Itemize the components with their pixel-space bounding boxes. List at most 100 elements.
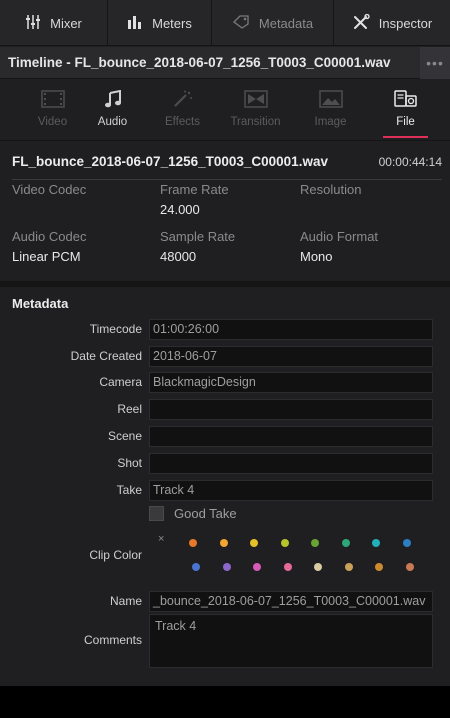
tab-transition-label: Transition <box>230 116 281 128</box>
tab-effects-label: Effects <box>165 116 200 128</box>
meters-icon <box>127 14 143 33</box>
file-duration: 00:00:44:14 <box>378 154 442 169</box>
tab-effects[interactable]: Effects <box>150 80 215 140</box>
scene-label: Scene <box>107 429 142 443</box>
clip-color-swatch[interactable] <box>402 539 411 547</box>
tab-transition[interactable]: Transition <box>223 80 288 140</box>
audio-format-label: Audio Format <box>300 229 379 244</box>
top-toolbar: Mixer Meters Metadata Inspector <box>0 0 450 46</box>
video-codec-label: Video Codec <box>12 182 87 197</box>
inspector-panel: Mixer Meters Metadata Inspector Timeline… <box>0 0 450 718</box>
good-take-row: Good Take <box>149 506 237 521</box>
sample-rate-label: Sample Rate <box>160 229 236 244</box>
camera-label: Camera <box>99 375 142 389</box>
name-row: Name _bounce_2018-06-07_1256_T0003_C0000… <box>0 590 450 612</box>
take-field[interactable]: Track 4 <box>149 479 433 501</box>
clip-color-swatch[interactable] <box>314 563 322 571</box>
metadata-button[interactable]: Metadata <box>212 0 334 46</box>
tab-image[interactable]: Image <box>298 80 363 140</box>
timeline-title: Timeline - FL_bounce_2018-06-07_1256_T00… <box>8 55 391 70</box>
more-options-button[interactable]: ••• <box>420 46 450 79</box>
clip-color-swatch[interactable] <box>344 563 353 571</box>
file-icon <box>393 90 418 110</box>
clip-color-swatch[interactable] <box>219 539 228 547</box>
good-take-checkbox[interactable] <box>149 506 164 521</box>
metadata-section-title: Metadata <box>12 296 69 311</box>
clip-color-swatch[interactable] <box>405 563 414 571</box>
magic-wand-icon <box>172 90 194 110</box>
resolution-value <box>300 202 440 220</box>
inspector-icon <box>352 13 370 33</box>
video-codec-value <box>12 202 160 220</box>
clip-color-swatch[interactable] <box>192 563 200 571</box>
frame-rate-label: Frame Rate <box>160 182 229 197</box>
tab-video-label: Video <box>37 116 68 128</box>
inspector-label: Inspector <box>378 15 433 31</box>
clip-color-swatch[interactable] <box>283 563 292 571</box>
take-row: Take Track 4 <box>0 479 450 501</box>
name-field[interactable]: _bounce_2018-06-07_1256_T0003_C00001.wav <box>149 590 433 612</box>
timecode-row: Timecode 01:00:26:00 <box>0 318 450 340</box>
meters-button[interactable]: Meters <box>108 0 212 46</box>
tabs-divider <box>0 140 450 141</box>
date-created-label: Date Created <box>70 349 142 363</box>
clip-color-swatch[interactable] <box>253 563 261 571</box>
mixer-button[interactable]: Mixer <box>0 0 108 46</box>
metadata-label: Metadata <box>258 15 314 31</box>
audio-format-value: Mono <box>300 249 333 264</box>
clip-color-swatch[interactable] <box>280 539 289 547</box>
comments-label: Comments <box>83 633 142 647</box>
frame-rate-value: 24.000 <box>160 202 200 217</box>
meters-label: Meters <box>152 15 192 31</box>
tab-image-label: Image <box>314 116 347 128</box>
resolution-label: Resolution <box>300 182 362 197</box>
scene-field[interactable] <box>149 425 433 447</box>
clip-color-swatch[interactable] <box>375 563 383 571</box>
name-label: Name <box>109 594 142 608</box>
clip-color-swatch[interactable] <box>341 539 350 547</box>
shot-row: Shot <box>0 452 450 474</box>
clip-color-swatches: × <box>155 531 440 579</box>
timeline-header: Timeline - FL_bounce_2018-06-07_1256_T00… <box>0 46 450 79</box>
audio-codec-label: Audio Codec <box>12 229 87 244</box>
clip-color-label: Clip Color <box>89 548 142 562</box>
clip-color-row-1: × <box>155 531 440 555</box>
good-take-label: Good Take <box>174 506 237 521</box>
section-divider <box>0 281 450 287</box>
reel-field[interactable] <box>149 398 433 420</box>
file-properties: Video Codec Frame Rate 24.000 Resolution… <box>12 182 442 276</box>
comments-field[interactable]: Track 4 <box>149 614 433 668</box>
clip-color-swatch[interactable] <box>372 539 380 547</box>
clip-color-swatch[interactable] <box>222 563 231 571</box>
clip-color-swatch[interactable] <box>189 539 197 547</box>
transition-icon <box>243 90 268 110</box>
timecode-label: Timecode <box>89 322 142 336</box>
image-icon <box>318 90 343 110</box>
scene-row: Scene <box>0 425 450 447</box>
file-name: FL_bounce_2018-06-07_1256_T0003_C00001.w… <box>12 154 328 169</box>
shot-field[interactable] <box>149 452 433 474</box>
no-color-swatch[interactable]: × <box>158 533 164 545</box>
metadata-icon <box>232 14 250 32</box>
date-created-field[interactable]: 2018-06-07 <box>149 345 433 367</box>
inspector-button[interactable]: Inspector <box>334 0 450 46</box>
tab-audio-label: Audio <box>97 116 128 128</box>
sample-rate-value: 48000 <box>160 249 197 264</box>
date-created-row: Date Created 2018-06-07 <box>0 345 450 367</box>
clip-color-row-2 <box>155 555 440 579</box>
clip-color-swatch[interactable] <box>250 539 258 547</box>
timecode-field[interactable]: 01:00:26:00 <box>149 318 433 340</box>
take-label: Take <box>116 483 142 497</box>
file-info-row: FL_bounce_2018-06-07_1256_T0003_C00001.w… <box>12 150 442 180</box>
tab-file[interactable]: File <box>373 80 438 140</box>
camera-field[interactable]: BlackmagicDesign <box>149 371 433 393</box>
music-note-icon <box>104 89 122 110</box>
tab-audio[interactable]: Audio <box>80 80 145 140</box>
mixer-label: Mixer <box>50 15 82 31</box>
clip-color-swatch[interactable] <box>311 539 319 547</box>
tab-video[interactable]: Video <box>20 80 85 140</box>
shot-label: Shot <box>117 456 142 470</box>
reel-label: Reel <box>117 402 142 416</box>
video-icon <box>40 90 65 110</box>
inspector-tabs: Video Audio Effects Transition Image Fil… <box>0 80 450 140</box>
